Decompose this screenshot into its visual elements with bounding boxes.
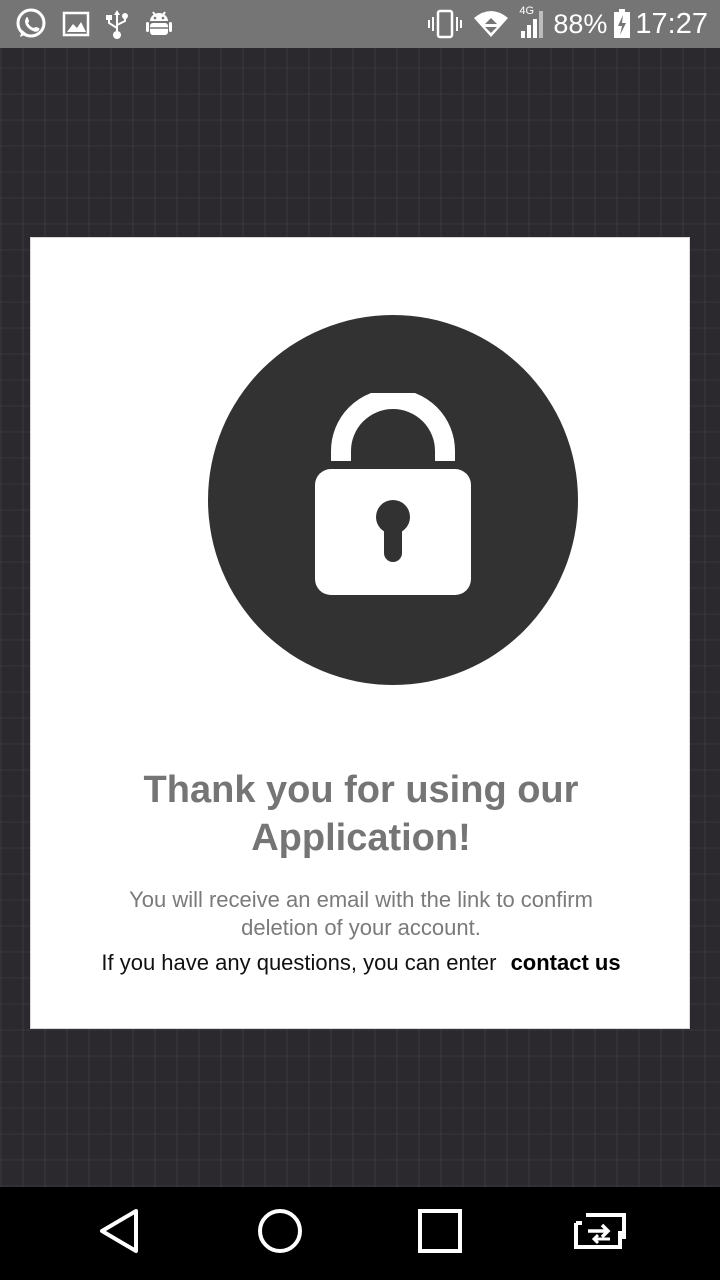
home-icon	[256, 1207, 304, 1260]
navigation-bar	[0, 1187, 720, 1280]
recents-icon	[417, 1208, 463, 1259]
page-title: Thank you for using our Application!	[143, 769, 579, 859]
recents-button[interactable]	[400, 1194, 480, 1274]
confirmation-card: Thank you for using our Application! You…	[30, 237, 690, 1029]
wifi-icon	[473, 10, 509, 38]
usb-icon	[104, 8, 130, 40]
lock-badge	[208, 315, 578, 685]
status-bar-notifications	[14, 7, 188, 41]
contact-line: If you have any questions, you can enter…	[31, 949, 691, 977]
battery-charging-icon	[613, 9, 631, 39]
android-debug-icon	[144, 9, 174, 39]
network-type-label: 4G	[519, 5, 535, 17]
battery-percent: 88%	[553, 8, 608, 39]
contact-prefix-text: If you have any questions, you can enter	[101, 950, 497, 975]
home-button[interactable]	[240, 1194, 320, 1274]
description-text: You will receive an email with the link …	[129, 887, 593, 940]
switch-app-icon	[572, 1211, 628, 1256]
back-icon	[98, 1207, 142, 1260]
lock-icon	[313, 388, 473, 608]
switch-app-button[interactable]	[560, 1194, 640, 1274]
whatsapp-icon	[14, 7, 48, 41]
contact-us-link[interactable]: contact us	[511, 950, 621, 975]
clock: 17:27	[635, 7, 708, 40]
status-bar: 4G 88% 17:27	[0, 0, 720, 48]
vibrate-icon	[427, 9, 463, 39]
status-bar-system: 4G 88% 17:27	[417, 5, 708, 41]
back-button[interactable]	[80, 1194, 160, 1274]
image-icon	[62, 11, 90, 37]
signal-4g-icon: 4G	[519, 5, 547, 39]
